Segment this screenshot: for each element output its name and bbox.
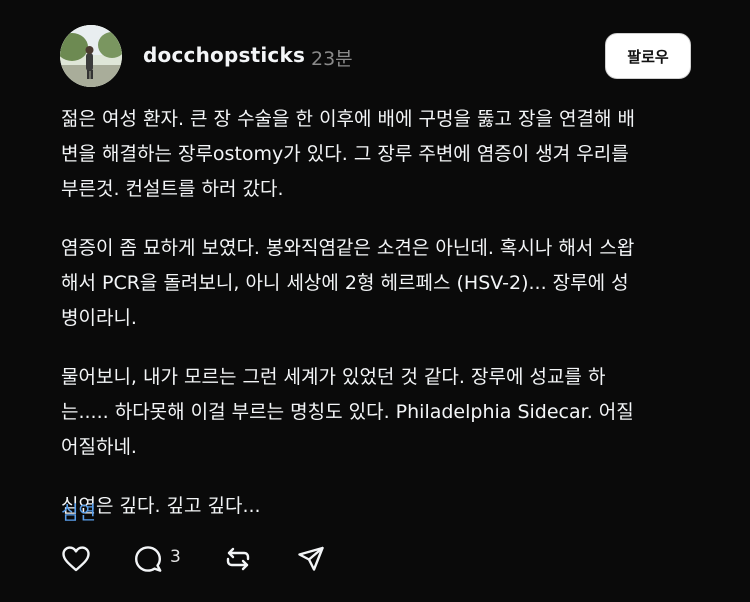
follow-button[interactable]: 팔로우: [605, 33, 691, 79]
thread-post: docchopsticks 23분 팔로우 젊은 여성 환자. 큰 장 수술을 …: [0, 0, 750, 602]
heart-icon[interactable]: [60, 543, 92, 575]
post-body: 젊은 여성 환자. 큰 장 수술을 한 이후에 배에 구멍을 뚫고 장을 연결해…: [61, 102, 701, 548]
topic-tag[interactable]: 심연: [61, 498, 96, 525]
post-paragraph: 물어보니, 내가 모르는 그런 세계가 있었던 것 같다. 장루에 성교를 하 …: [61, 366, 634, 458]
send-icon[interactable]: [295, 543, 327, 575]
avatar[interactable]: [60, 25, 122, 87]
post-paragraph: 염증이 좀 묘하게 보였다. 봉와직염같은 소견은 아닌데. 혹시나 해서 스왑…: [61, 237, 635, 329]
username[interactable]: docchopsticks: [143, 43, 305, 67]
comment-icon[interactable]: [132, 543, 164, 575]
post-paragraph: 젊은 여성 환자. 큰 장 수술을 한 이후에 배에 구멍을 뚫고 장을 연결해…: [61, 108, 635, 200]
reply-count: 3: [170, 547, 181, 567]
post-paragraph: 심연은 깊다. 깊고 깊다...: [61, 495, 261, 517]
repost-icon[interactable]: [222, 543, 254, 575]
post-time: 23분: [311, 48, 353, 70]
